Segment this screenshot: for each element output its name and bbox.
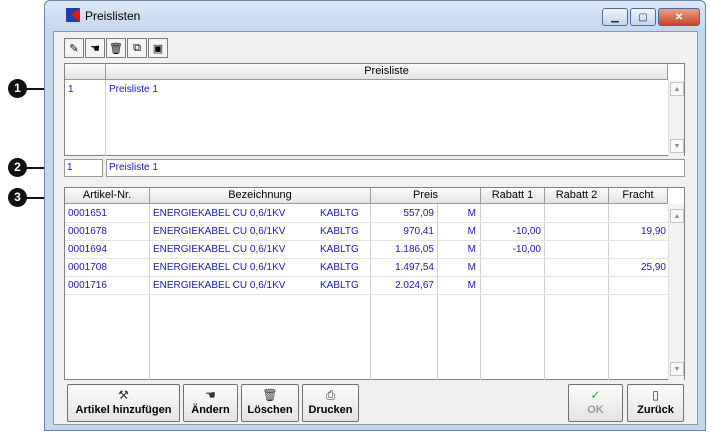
maximize-button[interactable]: ▢ xyxy=(630,8,656,26)
pricelist-name-field[interactable]: Preisliste 1 xyxy=(106,159,685,177)
cell-rabatt2[interactable] xyxy=(545,277,605,295)
col-header-preis[interactable]: Preis xyxy=(371,188,481,204)
toolbar: ✎ ☚ 🗑 ⧉ ▣ xyxy=(64,38,169,58)
delete-button[interactable]: 🗑 Löschen xyxy=(241,384,299,422)
cell-rabatt1[interactable]: -10,00 xyxy=(481,241,541,259)
callout-marker-3: 3 xyxy=(8,188,27,207)
pencil-icon[interactable]: ✎ xyxy=(64,38,84,58)
door-exit-icon: ▯ xyxy=(652,388,659,402)
col-header-fracht[interactable]: Fracht xyxy=(609,188,668,204)
pricelist-header-nr xyxy=(65,64,106,80)
cell-preis[interactable]: 2.024,67 xyxy=(371,277,434,295)
cell-preis[interactable]: 557,09 xyxy=(371,205,434,223)
cell-fracht[interactable] xyxy=(609,277,666,295)
cell-preis[interactable]: 970,41 xyxy=(371,223,434,241)
cell-einheit[interactable]: M xyxy=(438,205,476,223)
checkmark-icon: ✓ xyxy=(590,388,601,402)
cell-rabatt2[interactable] xyxy=(545,259,605,277)
cell-warengruppe[interactable]: KABLTG xyxy=(320,223,370,241)
pricelist-divider xyxy=(105,80,106,156)
cell-einheit[interactable]: M xyxy=(438,259,476,277)
cell-einheit[interactable]: M xyxy=(438,241,476,259)
callout-marker-1: 1 xyxy=(8,79,27,98)
cell-artikel-nr[interactable]: 0001678 xyxy=(68,223,149,241)
cell-warengruppe[interactable]: KABLTG xyxy=(320,259,370,277)
minimize-button[interactable]: ▁ xyxy=(602,8,628,26)
pricelist-header-name[interactable]: Preisliste xyxy=(106,64,668,80)
copy-icon[interactable]: ⧉ xyxy=(127,38,147,58)
trash-icon[interactable]: 🗑 xyxy=(106,38,126,58)
scroll-down-icon[interactable]: ▼ xyxy=(670,362,684,376)
cell-bezeichnung[interactable]: ENERGIEKABEL CU 0,6/1KV xyxy=(153,223,313,241)
print-label: Drucken xyxy=(308,404,353,416)
edit-button[interactable]: ☚ Ändern xyxy=(183,384,238,422)
back-button[interactable]: ▯ Zurück xyxy=(627,384,684,422)
col-header-rabatt1[interactable]: Rabatt 1 xyxy=(481,188,545,204)
app-logo-icon xyxy=(66,8,80,22)
cell-rabatt2[interactable] xyxy=(545,205,605,223)
pricelist-row-nr[interactable]: 1 xyxy=(68,81,105,99)
cell-einheit[interactable]: M xyxy=(438,277,476,295)
col-header-artikel-nr[interactable]: Artikel-Nr. xyxy=(65,188,150,204)
add-article-button[interactable]: ⚒ Artikel hinzufügen xyxy=(67,384,180,422)
window-title: Preislisten xyxy=(85,9,141,23)
hand-icon: ☚ xyxy=(205,388,216,402)
scroll-up-icon[interactable]: ▲ xyxy=(670,209,684,223)
cell-preis[interactable]: 1.186,05 xyxy=(371,241,434,259)
cell-warengruppe[interactable]: KABLTG xyxy=(320,205,370,223)
pricelist-row-name[interactable]: Preisliste 1 xyxy=(109,81,667,99)
cell-artikel-nr[interactable]: 0001651 xyxy=(68,205,149,223)
print-button[interactable]: ⎙ Drucken xyxy=(302,384,359,422)
pricelist-scrollbar[interactable]: ▲ ▼ xyxy=(668,80,684,156)
cell-rabatt1[interactable] xyxy=(481,205,541,223)
title-bar[interactable]: Preislisten ▁ ▢ ✕ xyxy=(45,1,705,31)
back-label: Zurück xyxy=(637,404,674,416)
save-icon[interactable]: ▣ xyxy=(148,38,168,58)
printer-icon: ⎙ xyxy=(325,388,336,402)
callout-marker-2: 2 xyxy=(8,158,27,177)
cell-fracht[interactable]: 19,90 xyxy=(609,223,666,241)
cell-bezeichnung[interactable]: ENERGIEKABEL CU 0,6/1KV xyxy=(153,277,313,295)
cell-rabatt1[interactable] xyxy=(481,259,541,277)
edit-label: Ändern xyxy=(191,404,230,416)
cell-fracht[interactable] xyxy=(609,205,666,223)
cell-warengruppe[interactable]: KABLTG xyxy=(320,277,370,295)
add-article-label: Artikel hinzufügen xyxy=(75,404,172,416)
cell-einheit[interactable]: M xyxy=(438,223,476,241)
cell-fracht[interactable] xyxy=(609,241,666,259)
pricelist-table: Preisliste 1 Preisliste 1 ▲ ▼ xyxy=(64,63,685,156)
cell-warengruppe[interactable]: KABLTG xyxy=(320,241,370,259)
cell-bezeichnung[interactable]: ENERGIEKABEL CU 0,6/1KV xyxy=(153,205,313,223)
items-table: Artikel-Nr. Bezeichnung Preis Rabatt 1 R… xyxy=(64,187,685,380)
cell-fracht[interactable]: 25,90 xyxy=(609,259,666,277)
preislisten-window: Preislisten ▁ ▢ ✕ ✎ ☚ 🗑 ⧉ ▣ Preisliste 1… xyxy=(44,0,706,431)
cell-bezeichnung[interactable]: ENERGIEKABEL CU 0,6/1KV xyxy=(153,241,313,259)
hand-icon[interactable]: ☚ xyxy=(85,38,105,58)
pricelist-nr-field[interactable]: 1 xyxy=(64,159,103,177)
trash-icon: 🗑 xyxy=(262,388,278,402)
cell-artikel-nr[interactable]: 0001716 xyxy=(68,277,149,295)
scroll-down-icon[interactable]: ▼ xyxy=(670,139,684,153)
cell-rabatt2[interactable] xyxy=(545,241,605,259)
close-button[interactable]: ✕ xyxy=(658,8,700,26)
add-article-icon: ⚒ xyxy=(118,388,129,402)
cell-rabatt1[interactable]: -10,00 xyxy=(481,223,541,241)
cell-artikel-nr[interactable]: 0001708 xyxy=(68,259,149,277)
scroll-up-icon[interactable]: ▲ xyxy=(670,82,684,96)
col-header-bezeichnung[interactable]: Bezeichnung xyxy=(150,188,371,204)
items-scrollbar[interactable]: ▲ ▼ xyxy=(668,204,684,380)
ok-label: OK xyxy=(587,404,604,416)
cell-rabatt1[interactable] xyxy=(481,277,541,295)
delete-label: Löschen xyxy=(247,404,293,416)
ok-button[interactable]: ✓ OK xyxy=(568,384,623,422)
col-header-rabatt2[interactable]: Rabatt 2 xyxy=(545,188,609,204)
client-area: ✎ ☚ 🗑 ⧉ ▣ Preisliste 1 Preisliste 1 ▲ ▼ … xyxy=(53,31,698,425)
cell-artikel-nr[interactable]: 0001694 xyxy=(68,241,149,259)
cell-rabatt2[interactable] xyxy=(545,223,605,241)
cell-bezeichnung[interactable]: ENERGIEKABEL CU 0,6/1KV xyxy=(153,259,313,277)
cell-preis[interactable]: 1.497,54 xyxy=(371,259,434,277)
